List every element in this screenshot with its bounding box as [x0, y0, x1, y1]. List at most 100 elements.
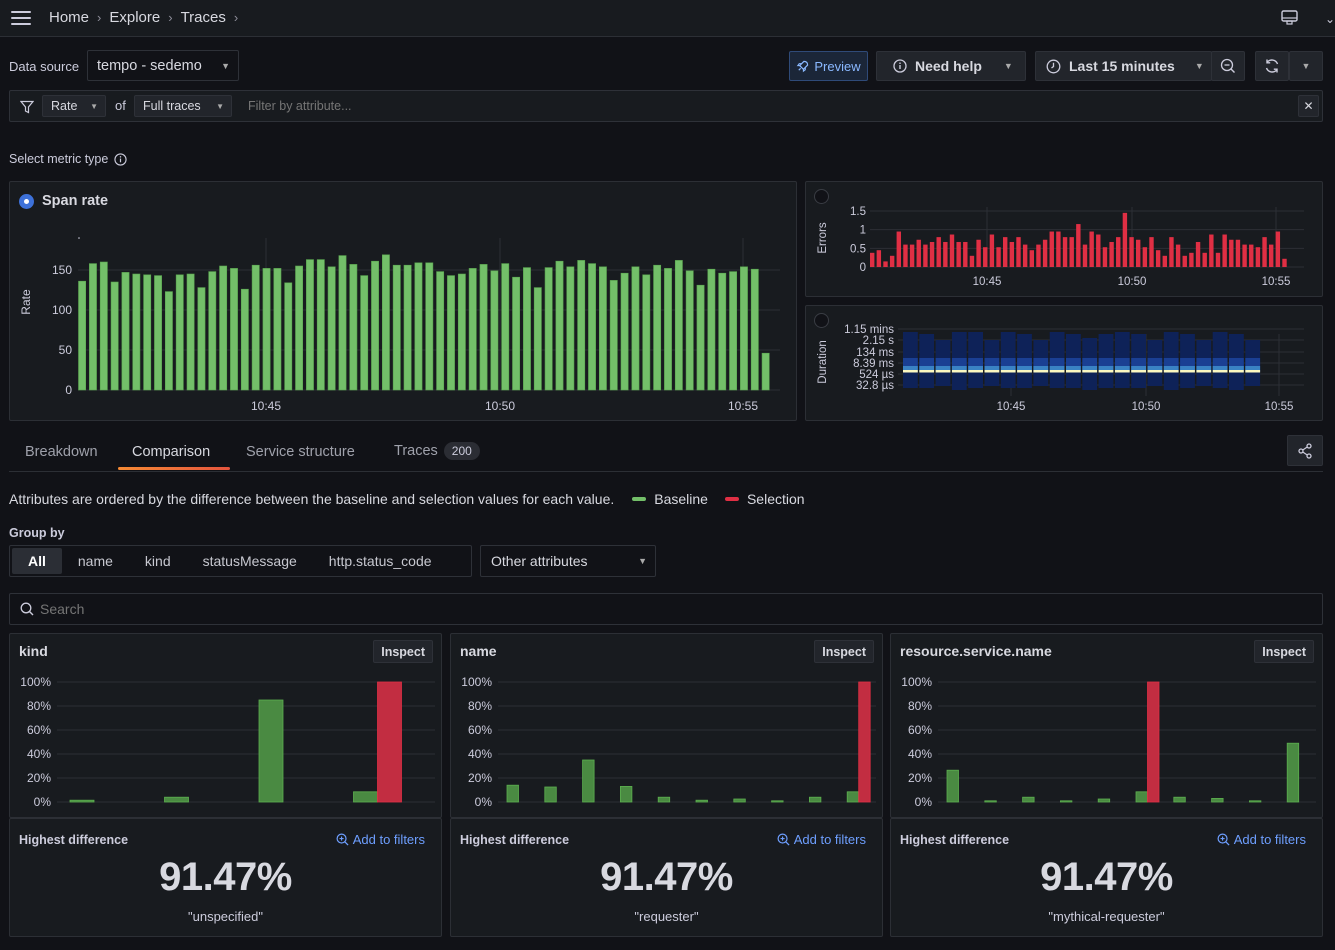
group-by-status-message[interactable]: statusMessage	[187, 548, 313, 574]
error-bar	[929, 241, 935, 267]
close-icon: ✕	[1303, 99, 1314, 113]
error-bar	[1189, 252, 1194, 267]
span-rate-bar	[327, 266, 336, 391]
error-bar	[889, 255, 895, 267]
error-bar	[1282, 258, 1287, 267]
y-tick-label: 0%	[475, 795, 493, 809]
tab-comparison[interactable]: Comparison	[132, 444, 210, 460]
span-rate-bar	[609, 280, 618, 391]
need-help-button[interactable]: Need help ▼	[876, 51, 1026, 81]
heatmap-cell-hot	[1082, 370, 1098, 373]
chevron-down-icon: ▼	[1194, 61, 1204, 71]
y-tick-label: 524 µs	[859, 369, 894, 381]
metric-select[interactable]: Rate ▼	[42, 95, 106, 117]
group-by-name[interactable]: name	[62, 548, 129, 574]
span-rate-bar	[132, 273, 141, 391]
x-tick-label: 10:50	[1132, 401, 1161, 413]
comparison-description: Attributes are ordered by the difference…	[9, 491, 615, 507]
span-rate-bar	[197, 287, 206, 391]
y-axis-label: Duration	[817, 340, 829, 383]
y-tick-label: 100%	[461, 675, 492, 689]
traces-count-badge: 200	[443, 442, 480, 460]
clear-filter-button[interactable]: ✕	[1298, 95, 1319, 117]
errors-panel[interactable]: 0 0.5 1 1.5 Errors 10:45 10:50 10:55	[805, 181, 1323, 297]
breadcrumb-traces[interactable]: Traces	[181, 9, 226, 26]
selection-bar	[1147, 681, 1160, 803]
y-axis-label: Rate	[19, 289, 33, 315]
span-rate-bar	[761, 352, 770, 391]
data-source-select[interactable]: tempo - sedemo ▼	[87, 50, 239, 81]
time-range-picker[interactable]: Last 15 minutes ▼	[1035, 51, 1212, 81]
search-input[interactable]	[40, 601, 1290, 617]
search-field[interactable]	[9, 593, 1323, 625]
group-by-http-status-code[interactable]: http.status_code	[313, 548, 448, 574]
attribute-bar-chart: 0% 20% 40% 60% 80% 100%	[461, 675, 876, 809]
duration-panel[interactable]: 32.8 µs 524 µs 8.39 ms 134 ms 2.15 s 1.15 min…	[805, 305, 1323, 421]
chevron-down-icon: ▼	[1301, 61, 1311, 71]
y-tick-label: 8.39 ms	[853, 358, 894, 370]
span-rate-bar	[78, 280, 86, 391]
x-tick-label: 10:45	[997, 401, 1026, 413]
heatmap-cell-hot	[1229, 370, 1244, 373]
error-bar	[1009, 241, 1015, 267]
span-rate-panel[interactable]: Span rate 0 50 100 150 Rate 10:45 10:50 10:55	[9, 181, 797, 421]
refresh-button[interactable]	[1255, 51, 1289, 81]
span-rate-bar	[414, 262, 423, 391]
baseline-bar	[946, 769, 959, 803]
info-icon[interactable]	[114, 152, 127, 166]
share-icon	[1298, 442, 1312, 459]
baseline-bar	[69, 799, 95, 803]
baseline-bar	[1059, 800, 1073, 803]
group-by-kind[interactable]: kind	[129, 548, 187, 574]
zoom-out-button[interactable]	[1211, 51, 1245, 81]
tv-mode-icon[interactable]	[1281, 10, 1298, 25]
zoom-in-icon	[777, 833, 790, 846]
tab-traces[interactable]: Traces 200	[394, 442, 480, 460]
error-bar	[1162, 255, 1167, 267]
y-tick-label: 20%	[908, 771, 932, 785]
filter-attribute-input[interactable]	[242, 95, 1242, 117]
add-to-filters-label: Add to filters	[1233, 832, 1306, 847]
metric-value: Rate	[51, 99, 78, 113]
baseline-legend-label: Baseline	[654, 491, 708, 507]
heatmap-cell	[1033, 366, 1049, 370]
add-to-filters-link[interactable]: Add to filters	[336, 832, 425, 847]
span-rate-bar	[718, 272, 727, 391]
scope-select[interactable]: Full traces ▼	[134, 95, 232, 117]
chevron-down-icon[interactable]: ⌄	[1325, 12, 1335, 26]
span-rate-bar	[371, 260, 379, 391]
error-bar	[1195, 241, 1201, 267]
chevron-right-icon: ›	[97, 10, 102, 25]
add-to-filters-link[interactable]: Add to filters	[1217, 832, 1306, 847]
tab-breakdown[interactable]: Breakdown	[25, 444, 98, 460]
baseline-bar	[657, 796, 671, 803]
span-rate-bar	[110, 281, 119, 391]
error-bar	[1202, 252, 1207, 267]
breadcrumb-explore[interactable]: Explore	[109, 9, 160, 26]
highest-difference-value: 91.47%	[600, 855, 733, 899]
error-bar	[956, 241, 961, 267]
error-bar	[1036, 244, 1041, 267]
heatmap-cell	[951, 366, 967, 370]
refresh-interval-dropdown[interactable]: ▼	[1289, 51, 1323, 81]
preview-button[interactable]: Preview	[789, 51, 868, 81]
other-attributes-select[interactable]: Other attributes ▼	[480, 545, 656, 577]
highest-difference-value: 91.47%	[159, 855, 292, 899]
chevron-down-icon: ▼	[90, 101, 98, 111]
breadcrumb-home[interactable]: Home	[49, 9, 89, 26]
heatmap-cell-hot	[951, 370, 967, 373]
error-bar	[883, 261, 888, 267]
selection-bar	[858, 681, 871, 803]
highest-difference-label: Highest difference	[19, 833, 129, 847]
x-tick-label: 10:45	[973, 276, 1002, 288]
error-bar	[996, 247, 1001, 267]
group-by-all[interactable]: All	[12, 548, 62, 574]
menu-icon[interactable]	[11, 11, 31, 25]
tab-service-structure[interactable]: Service structure	[246, 444, 355, 460]
y-tick-label: 50	[59, 343, 73, 357]
share-button[interactable]	[1287, 435, 1323, 466]
add-to-filters-link[interactable]: Add to filters	[777, 832, 866, 847]
heatmap-cell-hot	[1049, 370, 1065, 373]
error-bar	[1136, 239, 1141, 267]
y-tick-label: 32.8 µs	[856, 380, 894, 392]
